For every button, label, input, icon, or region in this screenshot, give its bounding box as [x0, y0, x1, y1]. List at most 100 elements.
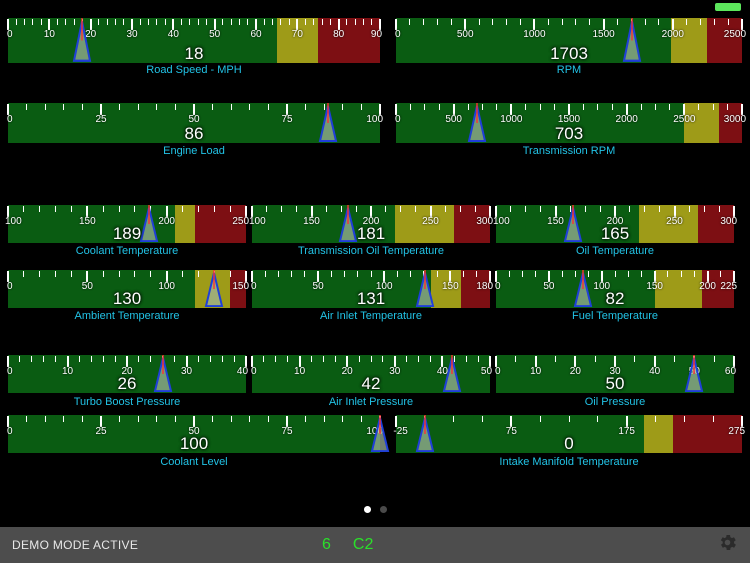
tick-label: 30 [389, 366, 401, 377]
tick-minor [515, 356, 517, 362]
tick-minor [539, 104, 541, 110]
tick-minor [467, 104, 469, 110]
tick-minor [406, 356, 408, 362]
tick-minor [70, 271, 72, 277]
tick-label: 100 [248, 216, 266, 227]
tick-minor [540, 206, 542, 212]
tick-label: 40 [649, 366, 661, 377]
tick-minor [81, 416, 83, 422]
tick-minor [640, 104, 642, 110]
tick-label: 100 [158, 281, 175, 292]
tick-minor [703, 206, 705, 212]
tick-minor [137, 416, 139, 422]
gauge-value: 189 [112, 224, 142, 243]
tick-minor [362, 19, 364, 25]
gauge-transmission-rpm[interactable]: 0 500 1000 1500 2000 2500 3000 703 [395, 103, 746, 143]
tick-label: -25 [393, 426, 408, 437]
tick-label: 20 [341, 366, 353, 377]
tick-label: 150 [547, 216, 564, 227]
tick-label: 20 [85, 29, 97, 40]
gauge-engine-load[interactable]: 0 25 50 75 100 86 [6, 103, 383, 143]
tick-label: 150 [232, 281, 250, 292]
tick-minor [423, 19, 425, 25]
tick-label: 100 [4, 216, 22, 227]
tick-minor [249, 416, 251, 422]
gauge-road-speed[interactable]: 0 10 20 30 40 50 60 70 80 90 18 [7, 18, 382, 63]
tick-minor [118, 271, 120, 277]
tick-minor [263, 19, 265, 25]
gauge-oil-temperature[interactable]: 100 150 200 250 300 165 [493, 205, 737, 243]
gauge-dashboard: 0 10 20 30 40 50 60 70 80 90 18 Road Speed - MPH 0 50… [0, 0, 750, 563]
tick-label: 1000 [500, 114, 523, 125]
gauge-bar: 0 10 20 30 40 50 60 50 [495, 355, 736, 393]
page-dot-2[interactable] [379, 506, 387, 513]
tick-minor [329, 19, 331, 25]
gauge-air-inlet-temperature[interactable]: 0 50 100 150 180 131 [250, 270, 493, 308]
tick-minor [520, 19, 522, 25]
tick-label: 250 [232, 216, 250, 227]
tick-minor [616, 19, 618, 25]
tick-label: 70 [291, 29, 303, 40]
tick-minor [272, 19, 274, 25]
page-dots[interactable] [0, 506, 750, 513]
gauge-coolant-temperature[interactable]: 100 150 200 250 189 [4, 205, 250, 243]
tick-minor [156, 104, 158, 110]
tick-minor [659, 206, 661, 212]
tick-label: 0 [6, 114, 13, 125]
tick-minor [357, 271, 359, 277]
gauge-grid: 0 10 20 30 40 50 60 70 80 90 18 Road Speed - MPH 0 50… [0, 0, 750, 492]
tick-minor [281, 206, 283, 212]
tick-minor [597, 104, 599, 110]
tick-minor [340, 206, 342, 212]
tick-minor [582, 104, 584, 110]
tick-minor [44, 416, 46, 422]
gauge-label-intake-manifold-temperature: Intake Manifold Temperature [499, 456, 639, 468]
tick-minor [453, 416, 455, 422]
tick-label: 75 [281, 114, 293, 125]
tick-minor [611, 104, 613, 110]
tick-minor [424, 416, 426, 422]
gauge-air-inlet-pressure[interactable]: 0 10 20 30 40 50 42 [251, 355, 492, 393]
tick-minor [655, 104, 656, 110]
gauge-label-fuel-temperature: Fuel Temperature [571, 310, 658, 322]
tick-minor [370, 271, 372, 277]
tick-minor [634, 356, 636, 362]
gauge-transmission-oil-temperature[interactable]: 100 150 200 250 300 181 [248, 205, 493, 243]
settings-button[interactable] [714, 532, 740, 558]
tick-minor [212, 104, 214, 110]
gauge-oil-pressure[interactable]: 0 10 20 30 40 50 60 50 [495, 355, 736, 393]
tick-minor [321, 19, 323, 25]
tick-label: 0 [250, 281, 257, 292]
tick-minor [118, 206, 120, 212]
gauge-fuel-temperature[interactable]: 0 50 100 150 200 225 82 [495, 270, 737, 308]
tick-minor [32, 19, 34, 25]
tick-minor [296, 206, 298, 212]
tick-minor [55, 356, 57, 362]
tick-label: 150 [303, 216, 320, 227]
gauge-intake-manifold-temperature[interactable]: -25 75 175 275 0 [393, 415, 745, 453]
tick-minor [114, 356, 116, 362]
tick-label: 50 [312, 281, 324, 292]
tick-label: 2500 [673, 114, 696, 125]
tick-minor [162, 356, 164, 362]
tick-minor [134, 271, 136, 277]
gauge-label-engine-load: Engine Load [163, 145, 225, 157]
tick-minor [174, 356, 176, 362]
tick-minor [535, 271, 537, 277]
gauge-rpm[interactable]: 0 500 1000 1500 2000 2500 1703 [395, 18, 746, 63]
tick-minor [189, 19, 191, 25]
gauge-value: 131 [356, 289, 386, 308]
gauge-coolant-level[interactable]: 0 25 50 75 100 100 [7, 415, 390, 453]
gauge-value: 82 [605, 289, 625, 308]
tick-minor [688, 206, 690, 212]
tick-minor [287, 356, 289, 362]
gauge-bar: 0 50 100 150 180 131 [250, 270, 493, 308]
gauge-ambient-temperature[interactable]: 0 50 100 150 130 [7, 270, 250, 308]
tick-minor [539, 416, 541, 422]
tick-minor [444, 206, 446, 212]
tick-minor [409, 19, 411, 25]
tick-minor [627, 271, 629, 277]
tick-minor [73, 19, 75, 25]
page-dot-1[interactable] [363, 506, 371, 513]
gauge-turbo-boost-pressure[interactable]: 0 10 20 30 40 26 [7, 355, 248, 393]
